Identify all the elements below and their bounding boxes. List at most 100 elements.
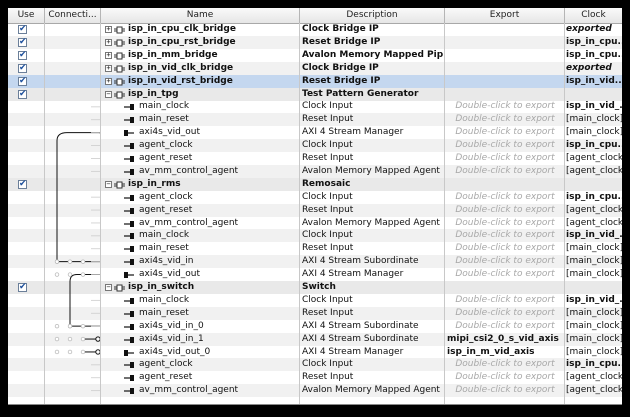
input-port-icon — [124, 220, 135, 228]
clock-cell[interactable]: isp_in_vid... — [566, 75, 622, 88]
clock-cell[interactable]: [main_clock] — [566, 268, 622, 281]
clock-cell[interactable]: [main_clock] — [566, 307, 622, 320]
use-checkbox[interactable] — [18, 23, 27, 36]
expand-icon[interactable]: + — [105, 26, 112, 33]
clock-cell[interactable]: [agent_clock] — [566, 152, 622, 165]
use-checkbox[interactable] — [18, 281, 27, 294]
export-cell[interactable]: Double-click to export — [447, 100, 563, 113]
export-cell[interactable] — [447, 36, 563, 49]
clock-cell[interactable]: [main_clock] — [566, 113, 622, 126]
collapse-icon[interactable]: − — [105, 180, 112, 188]
export-cell[interactable] — [447, 178, 563, 191]
use-checkbox[interactable] — [18, 88, 27, 101]
clock-cell[interactable]: [main_clock] — [566, 255, 622, 268]
export-cell[interactable] — [447, 281, 563, 294]
column-header-description[interactable]: Description — [300, 8, 445, 23]
export-cell[interactable]: Double-click to export — [447, 384, 563, 397]
component-icon — [114, 91, 125, 99]
expand-icon[interactable]: + — [105, 64, 112, 72]
description-cell: Remosaic — [302, 178, 351, 189]
interface-name: main_clock — [139, 294, 190, 305]
component-name: isp_in_vid_rst_bridge — [128, 75, 233, 86]
clock-cell[interactable]: [agent_clock] — [566, 204, 622, 217]
export-cell[interactable]: Double-click to export — [447, 358, 563, 371]
export-cell[interactable] — [447, 23, 563, 36]
clock-cell[interactable]: [main_clock] — [566, 333, 622, 346]
expand-icon[interactable]: + — [105, 38, 112, 46]
component-name: isp_in_mm_bridge — [128, 49, 218, 60]
clock-cell[interactable]: [agent_clock] — [566, 165, 622, 178]
export-cell[interactable]: Double-click to export — [447, 229, 563, 242]
expand-icon[interactable]: + — [105, 77, 112, 85]
clock-cell[interactable]: isp_in_vid_... — [566, 294, 622, 307]
export-cell[interactable]: Double-click to export — [447, 217, 563, 230]
clock-cell[interactable] — [566, 178, 622, 191]
clock-cell[interactable] — [566, 88, 622, 101]
clock-cell[interactable]: exported — [566, 23, 622, 36]
expand-icon[interactable]: + — [105, 51, 112, 59]
export-cell[interactable]: Double-click to export — [447, 255, 563, 268]
clock-cell[interactable]: isp_in_cpu... — [566, 49, 622, 62]
export-cell[interactable]: Double-click to export — [447, 113, 563, 126]
input-port-icon — [124, 168, 135, 176]
use-checkbox[interactable] — [18, 178, 27, 191]
export-cell[interactable]: Double-click to export — [447, 204, 563, 217]
input-port-icon — [124, 258, 135, 266]
description-cell: Clock Input — [302, 359, 353, 370]
interface-name: agent_clock — [139, 359, 193, 370]
clock-cell[interactable]: isp_in_cpu... — [566, 139, 622, 152]
clock-cell[interactable]: [agent_clock] — [566, 217, 622, 230]
output-port-icon — [124, 129, 135, 137]
export-cell[interactable]: Double-click to export — [447, 165, 563, 178]
component-icon — [114, 52, 125, 60]
connections-graph[interactable] — [45, 8, 101, 404]
export-cell[interactable]: Double-click to export — [447, 152, 563, 165]
export-cell[interactable]: isp_in_m_vid_axis — [447, 346, 563, 359]
export-cell[interactable] — [447, 75, 563, 88]
clock-cell[interactable]: isp_in_cpu... — [566, 36, 622, 49]
clock-cell[interactable]: [main_clock] — [566, 320, 622, 333]
use-checkbox[interactable] — [18, 49, 27, 62]
interface-name: main_reset — [139, 114, 189, 125]
export-cell[interactable]: Double-click to export — [447, 307, 563, 320]
clock-cell[interactable]: [main_clock] — [566, 126, 622, 139]
column-header-name[interactable]: Name — [101, 8, 300, 23]
export-cell[interactable]: Double-click to export — [447, 268, 563, 281]
export-cell[interactable] — [447, 88, 563, 101]
collapse-icon[interactable]: − — [105, 284, 112, 291]
clock-cell[interactable] — [566, 281, 622, 294]
clock-cell[interactable]: isp_in_cpu... — [566, 191, 622, 204]
clock-cell[interactable]: isp_in_vid_... — [566, 229, 622, 242]
export-cell[interactable]: Double-click to export — [447, 320, 563, 333]
clock-cell[interactable]: [main_clock] — [566, 346, 622, 359]
export-cell[interactable]: Double-click to export — [447, 191, 563, 204]
clock-cell[interactable]: [agent_clock] — [566, 384, 622, 397]
use-checkbox[interactable] — [18, 62, 27, 75]
export-cell[interactable]: mipi_csi2_0_s_vid_axis — [447, 333, 563, 346]
use-checkbox[interactable] — [18, 75, 27, 88]
export-cell[interactable] — [447, 49, 563, 62]
interface-name: av_mm_control_agent — [139, 165, 239, 176]
export-cell[interactable]: Double-click to export — [447, 126, 563, 139]
export-cell[interactable]: Double-click to export — [447, 371, 563, 384]
clock-cell[interactable]: [main_clock] — [566, 242, 622, 255]
component-name: isp_in_rms — [128, 178, 181, 189]
input-port-icon — [124, 155, 135, 163]
column-header-use[interactable]: Use — [8, 8, 45, 23]
column-header-export[interactable]: Export — [445, 8, 565, 23]
collapse-icon[interactable]: − — [105, 90, 112, 98]
export-cell[interactable]: Double-click to export — [447, 242, 563, 255]
column-divider — [299, 23, 300, 404]
description-cell: Avalon Memory Mapped Agent — [302, 385, 440, 396]
input-port-icon — [124, 387, 135, 395]
use-checkbox[interactable] — [18, 36, 27, 49]
export-cell[interactable] — [447, 62, 563, 75]
clock-cell[interactable]: isp_in_vid_... — [566, 100, 622, 113]
clock-cell[interactable]: isp_in_cpu... — [566, 358, 622, 371]
clock-cell[interactable]: exported — [566, 62, 622, 75]
export-cell[interactable]: Double-click to export — [447, 139, 563, 152]
clock-cell[interactable]: [agent_clock] — [566, 371, 622, 384]
export-cell[interactable]: Double-click to export — [447, 294, 563, 307]
description-cell: Reset Input — [302, 372, 354, 383]
column-header-clock[interactable]: Clock — [565, 8, 622, 23]
